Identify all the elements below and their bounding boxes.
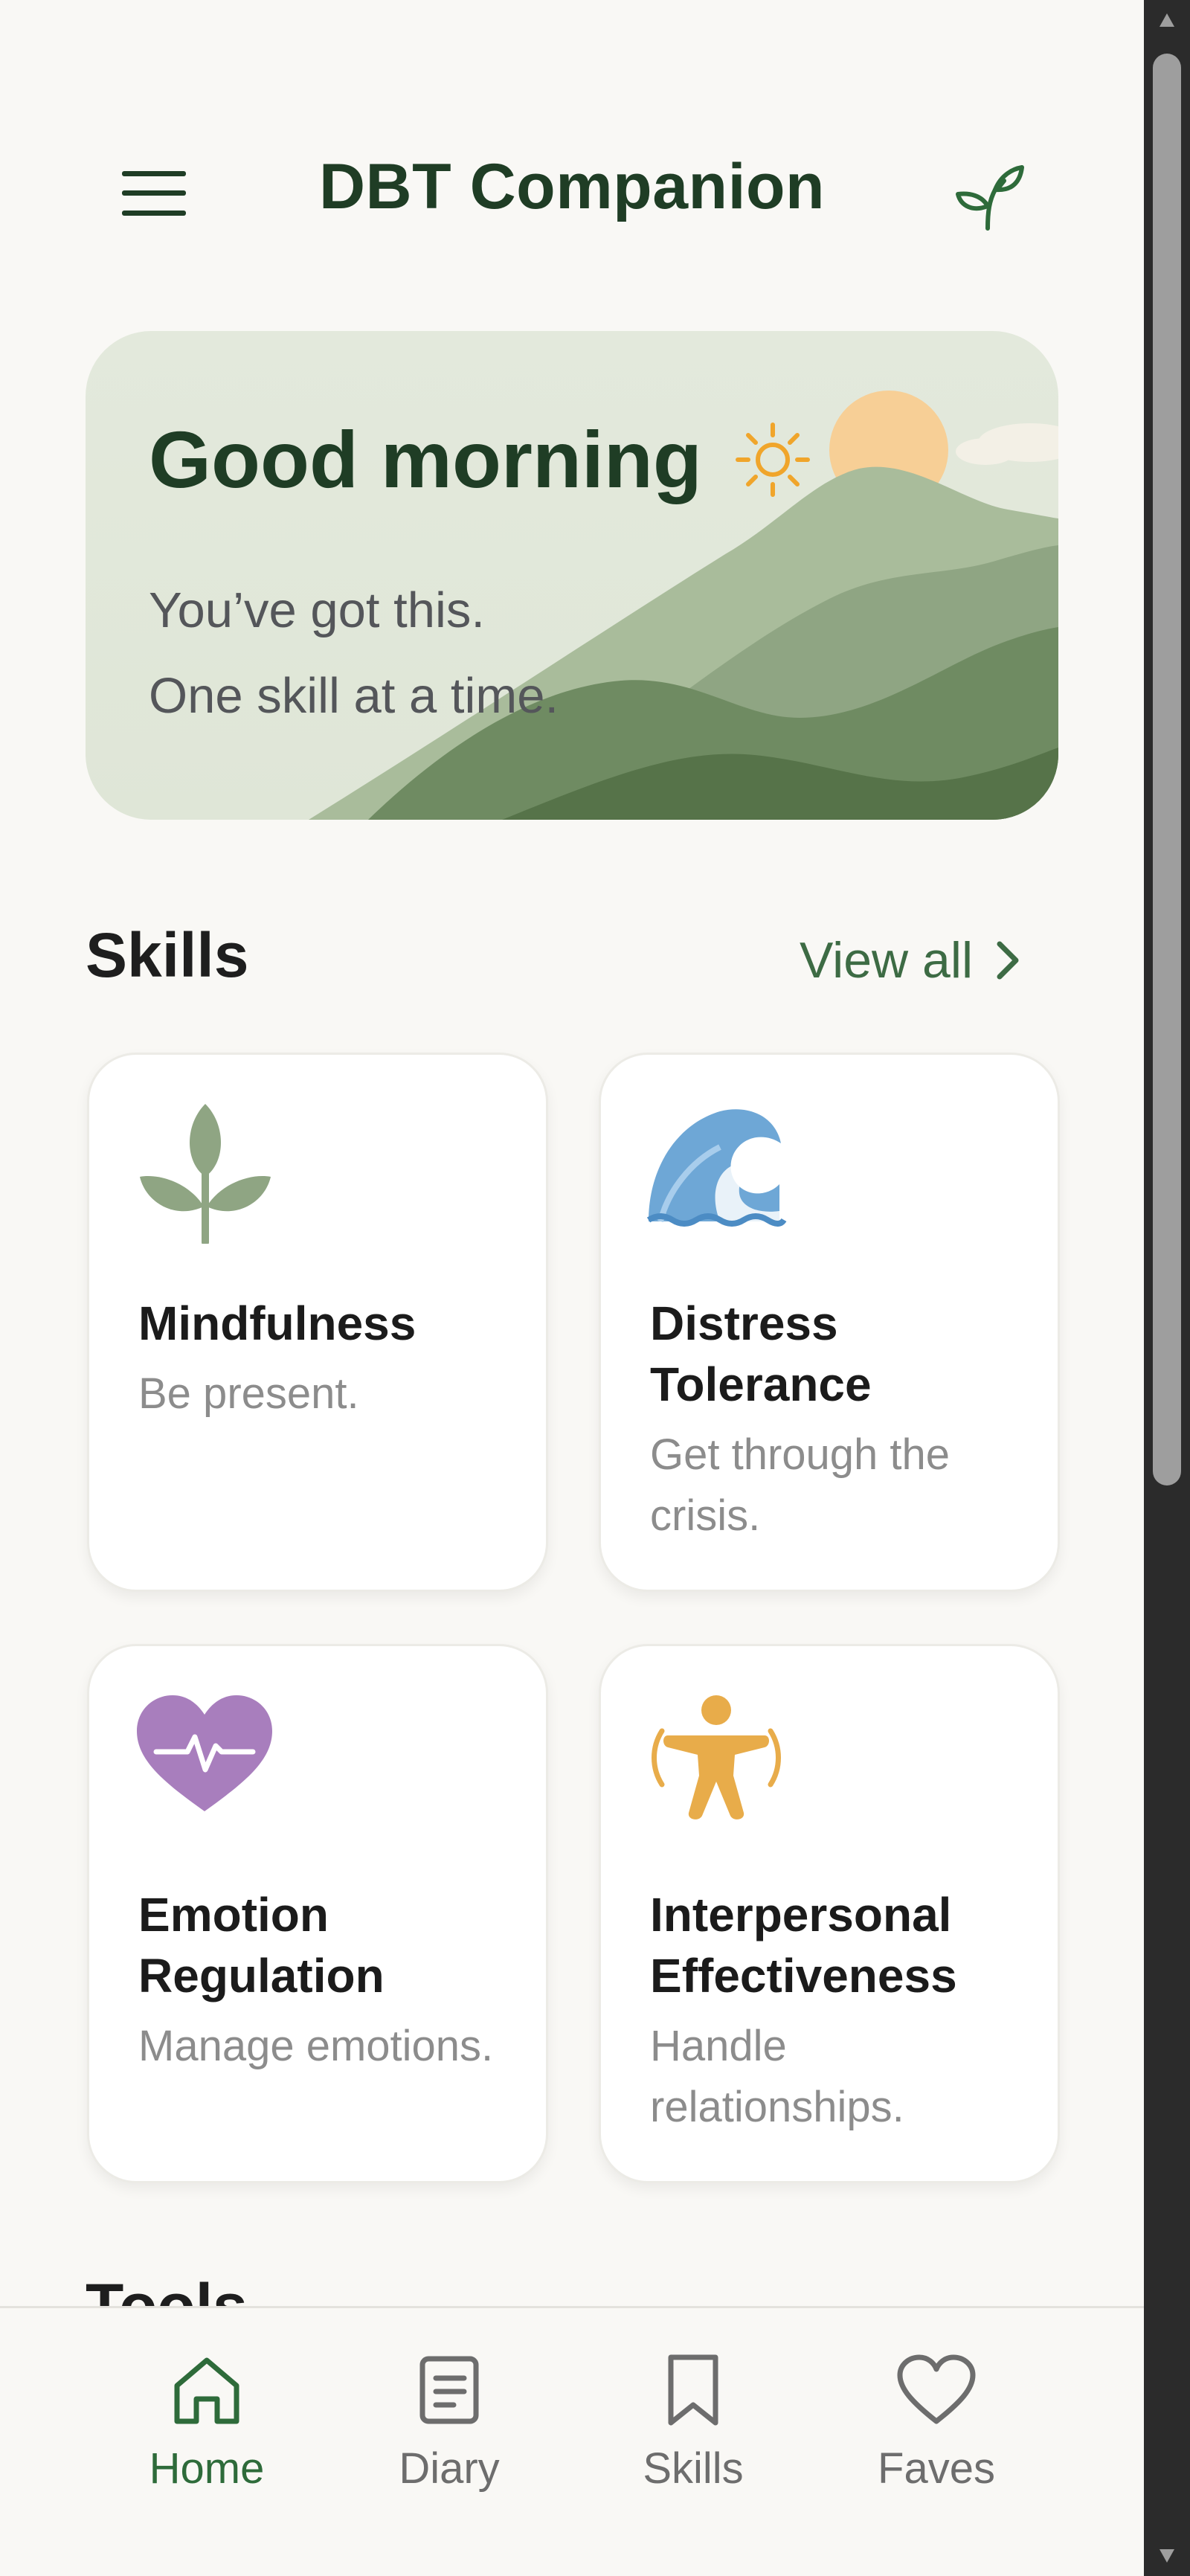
nav-tab-label: Home [149, 2444, 265, 2493]
greeting-heading: Good morning [149, 413, 814, 506]
bookmark-icon [668, 2354, 718, 2426]
nav-tab-diary[interactable]: Diary [356, 2353, 542, 2493]
skill-card-description: Handle relationships. [650, 2022, 904, 2131]
nav-tab-skills[interactable]: Skills [600, 2353, 786, 2493]
skill-card-title: Distress Tolerance [650, 1297, 872, 1411]
bottom-navigation-bar: Home Diary Skills Faves [0, 2306, 1144, 2576]
app-header: DBT Companion [0, 126, 1144, 253]
greeting-subtitle-line-1: You’ve got this. [149, 582, 485, 638]
brand-leaf-button[interactable] [945, 156, 1034, 238]
nav-tab-label: Skills [643, 2444, 744, 2493]
nav-tab-label: Diary [399, 2444, 500, 2493]
skill-card-interpersonal-effectiveness[interactable]: Interpersonal Effectiveness Handle relat… [599, 1644, 1060, 2183]
scroll-up-arrow-icon[interactable] [1160, 13, 1174, 27]
wave-icon [646, 1109, 787, 1227]
tools-section-title-peek: Tools [86, 2271, 248, 2306]
chevron-right-icon [997, 941, 1019, 980]
nav-tab-label: Faves [878, 2444, 995, 2493]
skill-card-description: Manage emotions. [138, 2022, 494, 2070]
app-screen: DBT Companion Good morning You’ve got th… [0, 0, 1144, 2576]
diary-icon [419, 2356, 479, 2424]
nav-tab-faves[interactable]: Faves [843, 2353, 1029, 2493]
skill-card-distress-tolerance[interactable]: Distress Tolerance Get through the crisi… [599, 1053, 1060, 1592]
greeting-subtitle-line-2: One skill at a time. [149, 668, 559, 724]
greeting-hero-card: Good morning You’ve got this. One skill … [86, 331, 1058, 820]
skill-card-title: Emotion Regulation [138, 1888, 385, 2002]
skill-card-title: Interpersonal Effectiveness [650, 1888, 957, 2002]
greeting-subtitle: You’ve got this. One skill at a time. [149, 568, 559, 739]
home-icon [174, 2357, 239, 2424]
skill-card-mindfulness[interactable]: Mindfulness Be present. [87, 1053, 548, 1592]
skill-card-description: Be present. [138, 1369, 359, 1418]
skill-card-emotion-regulation[interactable]: Emotion Regulation Manage emotions. [87, 1644, 548, 2183]
scroll-down-arrow-icon[interactable] [1160, 2549, 1174, 2563]
skill-card-title: Mindfulness [138, 1297, 416, 1350]
sun-icon [735, 422, 810, 497]
skills-section-title: Skills [86, 920, 249, 990]
person-arms-out-icon [652, 1695, 781, 1819]
scrollbar-thumb[interactable] [1153, 54, 1181, 1485]
skill-card-description: Get through the crisis. [650, 1430, 951, 1540]
sprout-leaf-icon [956, 165, 1024, 231]
sprout-icon [140, 1104, 271, 1244]
vertical-scrollbar[interactable] [1144, 0, 1190, 2576]
heart-pulse-icon [137, 1695, 272, 1811]
view-all-label: View all [800, 932, 974, 989]
heart-icon [897, 2354, 976, 2424]
greeting-text: Good morning [149, 414, 702, 504]
nav-tab-home[interactable]: Home [114, 2353, 300, 2493]
view-all-link[interactable]: View all [800, 931, 1022, 989]
